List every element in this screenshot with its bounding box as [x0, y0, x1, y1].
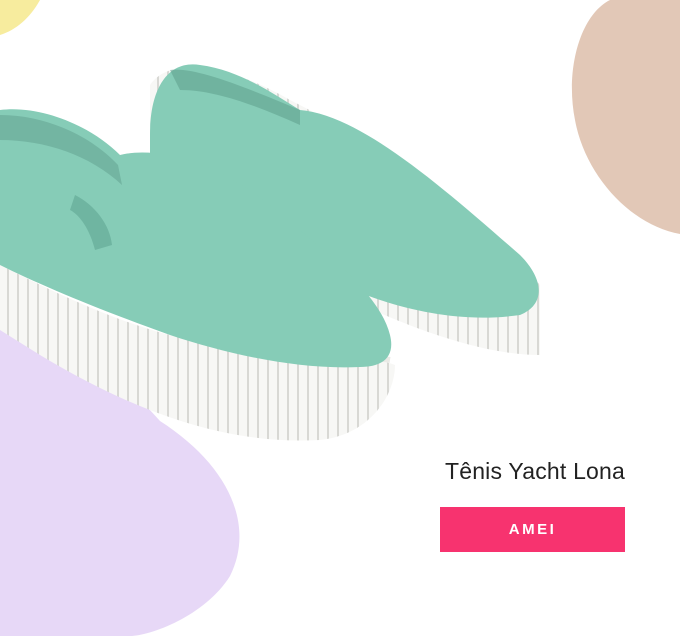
yellow-blob: [0, 0, 40, 35]
peach-blob: [571, 0, 680, 234]
product-title: Tênis Yacht Lona: [444, 458, 626, 484]
product-image[interactable]: [0, 55, 560, 515]
product-card: Tênis Yacht Lona AMEI: [0, 0, 680, 636]
amei-button[interactable]: AMEI: [440, 507, 625, 552]
